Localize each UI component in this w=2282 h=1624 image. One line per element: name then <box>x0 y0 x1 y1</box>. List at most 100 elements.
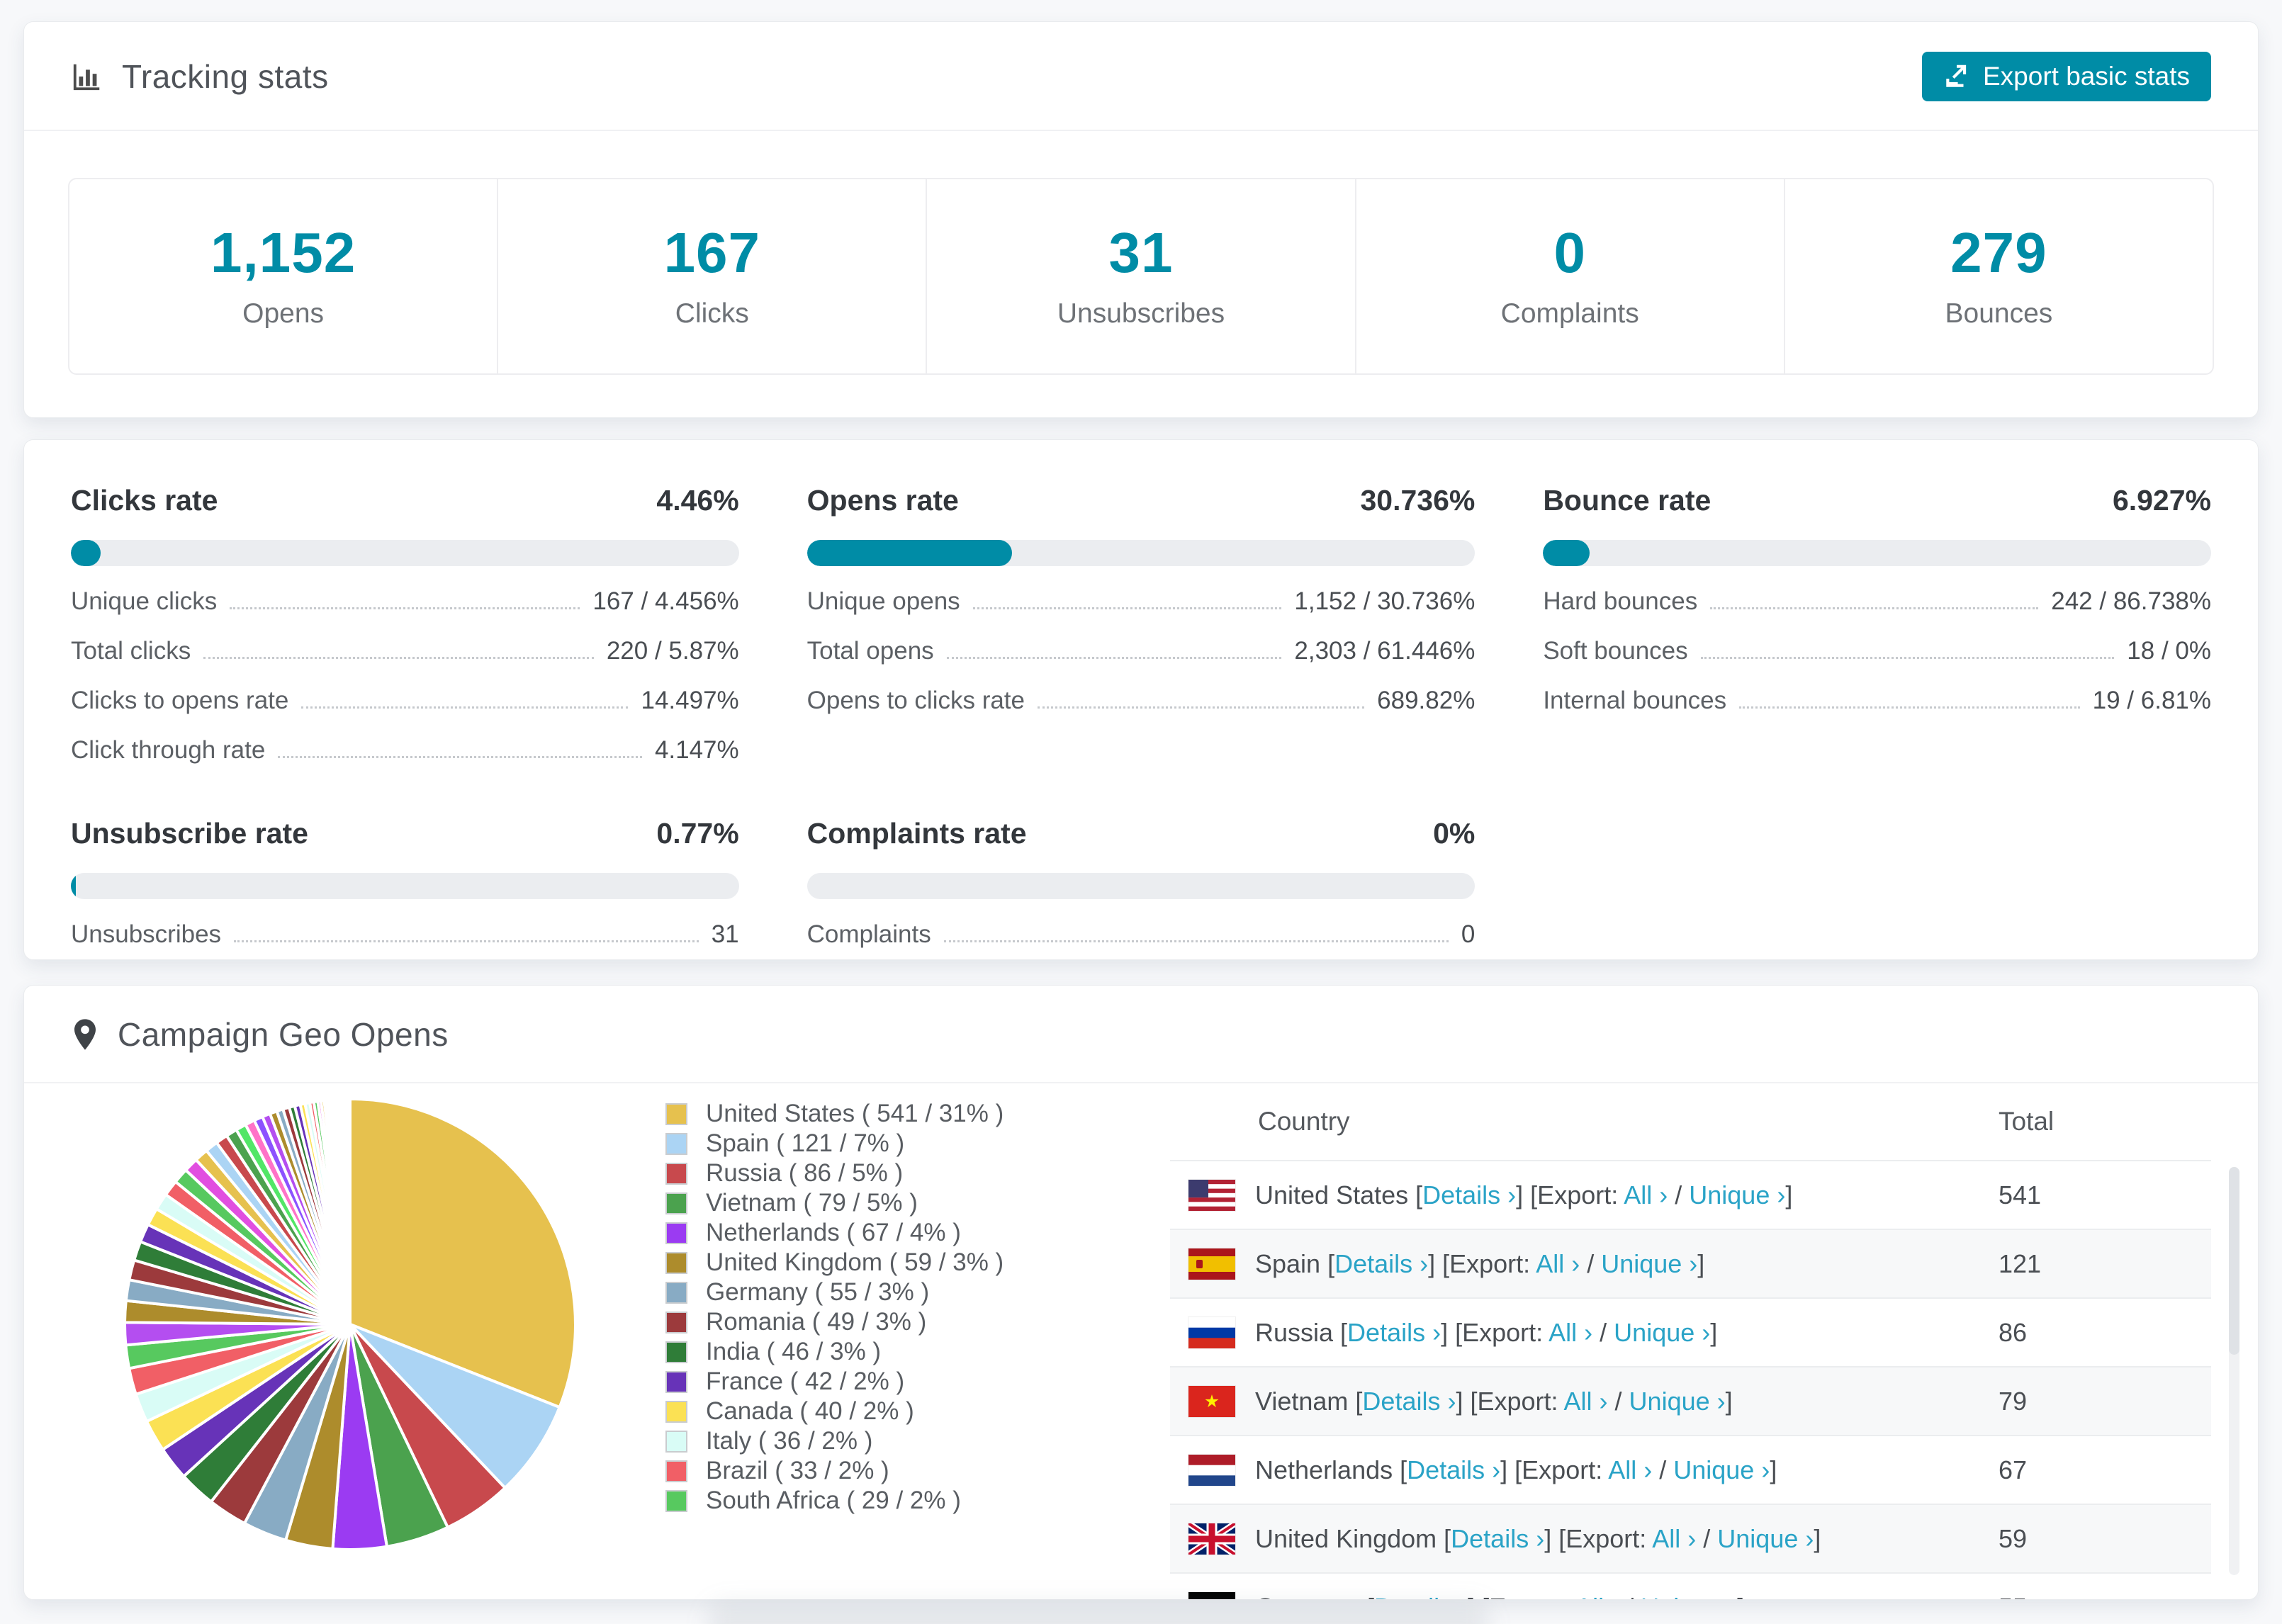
export-unique-link[interactable]: Unique › <box>1614 1318 1710 1347</box>
rate-block-bounce-rate: Bounce rate 6.927% Hard bounces 242 / 86.73… <box>1543 484 2211 765</box>
geo-header: Campaign Geo Opens <box>24 986 2258 1083</box>
legend-item: United States ( 541 / 31% ) <box>665 1099 1004 1129</box>
details-link[interactable]: Details › <box>1334 1249 1428 1278</box>
tracking-stats-header: Tracking stats Export basic stats <box>24 22 2258 131</box>
table-scrollbar-track[interactable] <box>2229 1167 2239 1575</box>
rate-value: 0.77% <box>656 817 739 850</box>
country-name: Germany [ <box>1255 1593 1374 1600</box>
rate-title: Unsubscribe rate <box>71 817 308 850</box>
rate-progress-bar <box>71 873 739 899</box>
export-basic-stats-button[interactable]: Export basic stats <box>1921 52 2211 101</box>
rates-card: Clicks rate 4.46% Unique clicks 167 / 4.456… <box>23 439 2259 960</box>
legend-swatch <box>665 1341 687 1363</box>
legend-item: United Kingdom ( 59 / 3% ) <box>665 1248 1004 1278</box>
legend-label: United Kingdom ( 59 / 3% ) <box>706 1248 1004 1276</box>
rate-stat-value: 220 / 5.87% <box>606 637 739 665</box>
rate-stat-row: Clicks to opens rate 14.497% <box>71 687 739 715</box>
legend-label: France ( 42 / 2% ) <box>706 1368 905 1395</box>
rate-stat-row: Complaints 0 <box>807 920 1476 949</box>
legend-item: India ( 46 / 3% ) <box>665 1337 1004 1367</box>
bracket-text: ] <box>1785 1180 1793 1209</box>
export-all-link[interactable]: All › <box>1608 1455 1652 1484</box>
country-name: Russia [ <box>1255 1317 1348 1347</box>
rate-stat-label: Opens to clicks rate <box>806 687 1025 714</box>
stat-box: 1,152 Opens <box>68 178 499 375</box>
slash-text: / <box>1619 1593 1641 1600</box>
legend-label: Germany ( 55 / 3% ) <box>706 1278 930 1306</box>
rate-value: 4.46% <box>656 484 739 517</box>
rate-stat-value: 167 / 4.456% <box>592 587 739 615</box>
export-all-link[interactable]: All › <box>1564 1387 1608 1416</box>
country-name: United Kingdom [ <box>1255 1523 1451 1553</box>
rate-stat-row: Opens to clicks rate 689.82% <box>807 687 1476 715</box>
export-unique-link[interactable]: Unique › <box>1689 1180 1785 1209</box>
bracket-text: ] <box>1814 1523 1821 1553</box>
bar-chart-icon <box>71 60 103 93</box>
rate-block-opens-rate: Opens rate 30.736% Unique opens 1,152 / 30.… <box>806 484 1476 765</box>
slash-text: / <box>1580 1248 1602 1278</box>
legend-label: United States ( 541 / 31% ) <box>706 1100 1004 1127</box>
legend-item: Brazil ( 33 / 2% ) <box>665 1456 1004 1486</box>
export-all-link[interactable]: All › <box>1575 1593 1619 1600</box>
rate-stat-value: 1,152 / 30.736% <box>1294 587 1476 615</box>
export-all-link[interactable]: All › <box>1624 1180 1668 1209</box>
stat-label: Unsubscribes <box>1057 298 1225 329</box>
export-unique-link[interactable]: Unique › <box>1629 1387 1726 1416</box>
bracket-text: ] [Export: <box>1428 1248 1536 1278</box>
export-unique-link[interactable]: Unique › <box>1717 1524 1814 1553</box>
dotted-leader <box>946 657 1282 659</box>
details-link[interactable]: Details › <box>1422 1180 1516 1209</box>
rate-progress-bar <box>806 873 1476 899</box>
slash-text: / <box>1607 1386 1629 1416</box>
legend-swatch <box>665 1460 687 1482</box>
legend-swatch <box>665 1400 687 1423</box>
rate-stat-row: Total opens 2,303 / 61.446% <box>807 637 1476 665</box>
stat-value: 0 <box>1553 221 1586 284</box>
rate-stat-row: Internal bounces 19 / 6.81% <box>1543 687 2211 715</box>
export-all-link[interactable]: All › <box>1536 1249 1580 1278</box>
dotted-leader <box>972 607 1282 609</box>
rate-progress-fill <box>71 873 77 899</box>
details-link[interactable]: Details › <box>1374 1593 1468 1600</box>
stat-label: Bounces <box>1945 298 2053 329</box>
rate-progress-fill <box>71 540 101 566</box>
details-link[interactable]: Details › <box>1347 1318 1441 1347</box>
export-all-link[interactable]: All › <box>1548 1318 1592 1347</box>
details-link[interactable]: Details › <box>1362 1387 1456 1416</box>
map-pin-icon <box>71 1017 99 1051</box>
legend-item: Spain ( 121 / 7% ) <box>665 1129 1004 1158</box>
table-row: Netherlands [Details ›] [Export: All › /… <box>1170 1435 2211 1504</box>
rate-value: 30.736% <box>1360 484 1476 517</box>
legend-item: France ( 42 / 2% ) <box>665 1367 1004 1397</box>
details-link[interactable]: Details › <box>1451 1524 1544 1553</box>
bottom-overlay-shadow <box>709 1603 1488 1624</box>
legend-swatch <box>665 1192 687 1214</box>
rate-stat-label: Unique opens <box>806 587 960 615</box>
rate-block-clicks-rate: Clicks rate 4.46% Unique clicks 167 / 4.456… <box>71 484 739 765</box>
dotted-leader <box>1700 657 2115 659</box>
total-cell: 121 <box>1999 1248 2042 1278</box>
rate-stat-row: Soft bounces 18 / 0% <box>1543 637 2211 665</box>
details-link[interactable]: Details › <box>1407 1455 1500 1484</box>
legend-label: Brazil ( 33 / 2% ) <box>706 1457 889 1484</box>
table-scrollbar-thumb[interactable] <box>2229 1167 2239 1355</box>
legend-item: Canada ( 40 / 2% ) <box>665 1397 1004 1426</box>
dotted-leader <box>278 756 642 758</box>
rate-title: Opens rate <box>806 484 959 517</box>
bracket-text: ] [Export: <box>1516 1180 1624 1209</box>
legend-item: South Africa ( 29 / 2% ) <box>665 1486 1004 1516</box>
legend-label: Romania ( 49 / 3% ) <box>706 1308 927 1336</box>
rate-stat-row: Hard bounces 242 / 86.738% <box>1543 587 2211 616</box>
export-unique-link[interactable]: Unique › <box>1641 1593 1737 1600</box>
legend-swatch <box>665 1489 687 1512</box>
country-name: United States [ <box>1255 1180 1423 1209</box>
country-name: Spain [ <box>1255 1248 1335 1278</box>
legend-swatch <box>665 1222 687 1244</box>
rate-value: 6.927% <box>2112 484 2211 517</box>
geo-pie-chart <box>116 1090 584 1562</box>
export-unique-link[interactable]: Unique › <box>1673 1455 1770 1484</box>
export-all-link[interactable]: All › <box>1652 1524 1696 1553</box>
export-unique-link[interactable]: Unique › <box>1601 1249 1697 1278</box>
legend-swatch <box>665 1370 687 1393</box>
bracket-text: ] <box>1725 1386 1733 1416</box>
